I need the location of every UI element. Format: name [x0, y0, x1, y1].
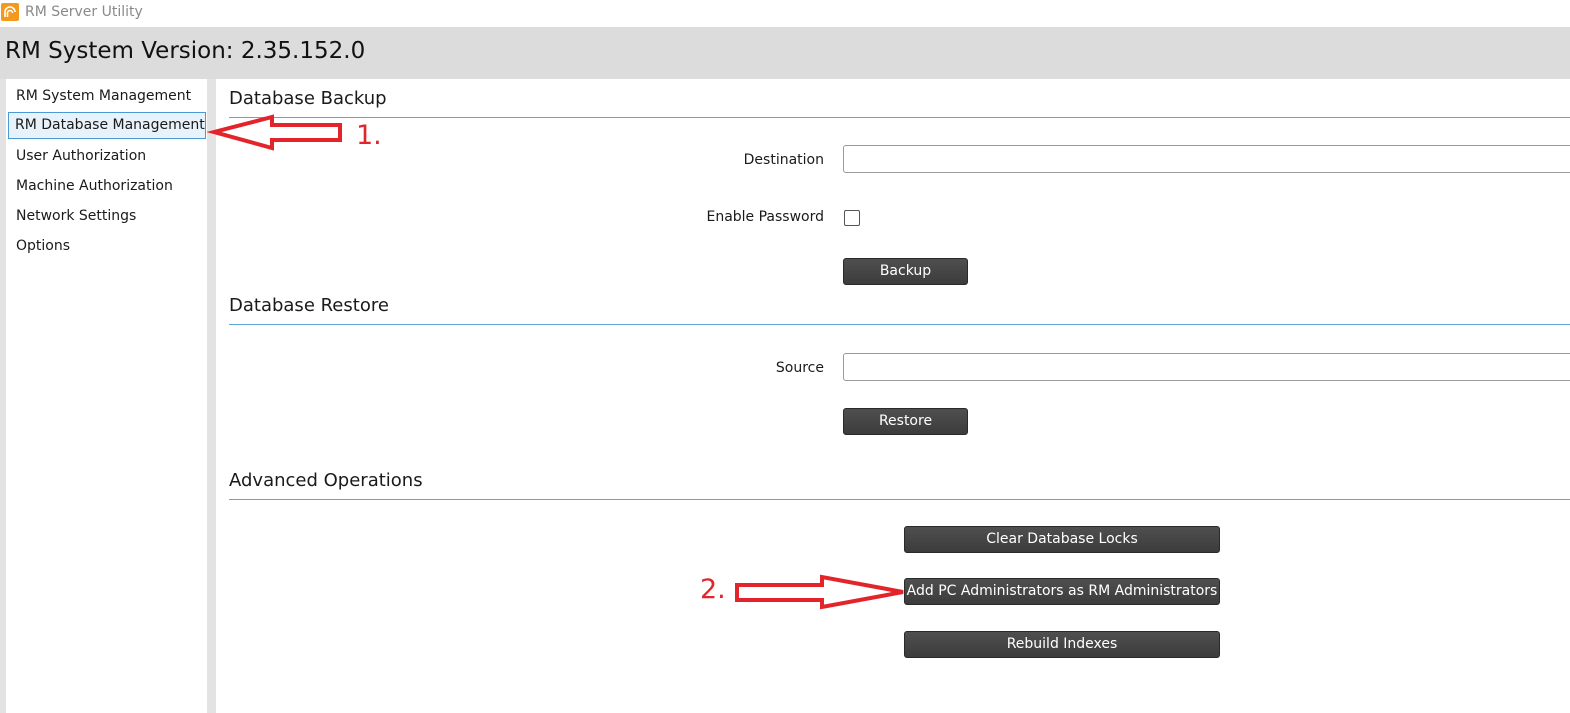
- restore-section-divider: [229, 324, 1570, 325]
- sidebar-nav: RM System Management RM Database Managem…: [6, 79, 207, 713]
- annotation-step-2: 2.: [700, 574, 726, 605]
- restore-button[interactable]: Restore: [843, 408, 968, 435]
- sidebar-item-network-settings[interactable]: Network Settings: [9, 203, 201, 230]
- add-pc-admins-button[interactable]: Add PC Administrators as RM Administrato…: [904, 578, 1220, 605]
- sidebar-item-rm-database-management[interactable]: RM Database Management: [8, 112, 206, 139]
- sidebar-item-options[interactable]: Options: [9, 233, 201, 260]
- title-bar: RM Server Utility: [0, 0, 1570, 27]
- advanced-section-divider: [229, 499, 1570, 500]
- main-panel: Database Backup Destination Enable Passw…: [216, 79, 1570, 713]
- restore-section-title: Database Restore: [229, 295, 389, 316]
- source-label: Source: [775, 360, 824, 376]
- app-logo-icon: [1, 3, 19, 21]
- destination-label: Destination: [743, 152, 824, 168]
- version-header: RM System Version: 2.35.152.0: [0, 27, 1570, 79]
- clear-database-locks-button[interactable]: Clear Database Locks: [904, 526, 1220, 553]
- destination-input[interactable]: [843, 145, 1570, 173]
- backup-section-divider: [229, 117, 1570, 118]
- backup-button[interactable]: Backup: [843, 258, 968, 285]
- window-title: RM Server Utility: [25, 4, 143, 20]
- enable-password-label: Enable Password: [706, 209, 824, 225]
- annotation-step-1: 1.: [356, 120, 382, 151]
- sidebar-item-rm-system-management[interactable]: RM System Management: [9, 83, 201, 110]
- advanced-section-title: Advanced Operations: [229, 470, 423, 491]
- sidebar: RM System Management RM Database Managem…: [0, 79, 216, 713]
- rebuild-indexes-button[interactable]: Rebuild Indexes: [904, 631, 1220, 658]
- version-text: RM System Version: 2.35.152.0: [5, 38, 366, 64]
- backup-section-title: Database Backup: [229, 88, 387, 109]
- source-input[interactable]: [843, 353, 1570, 381]
- sidebar-item-machine-authorization[interactable]: Machine Authorization: [9, 173, 201, 200]
- sidebar-item-user-authorization[interactable]: User Authorization: [9, 143, 201, 170]
- app-window: RM Server Utility RM System Version: 2.3…: [0, 0, 1570, 713]
- enable-password-checkbox[interactable]: [844, 210, 860, 226]
